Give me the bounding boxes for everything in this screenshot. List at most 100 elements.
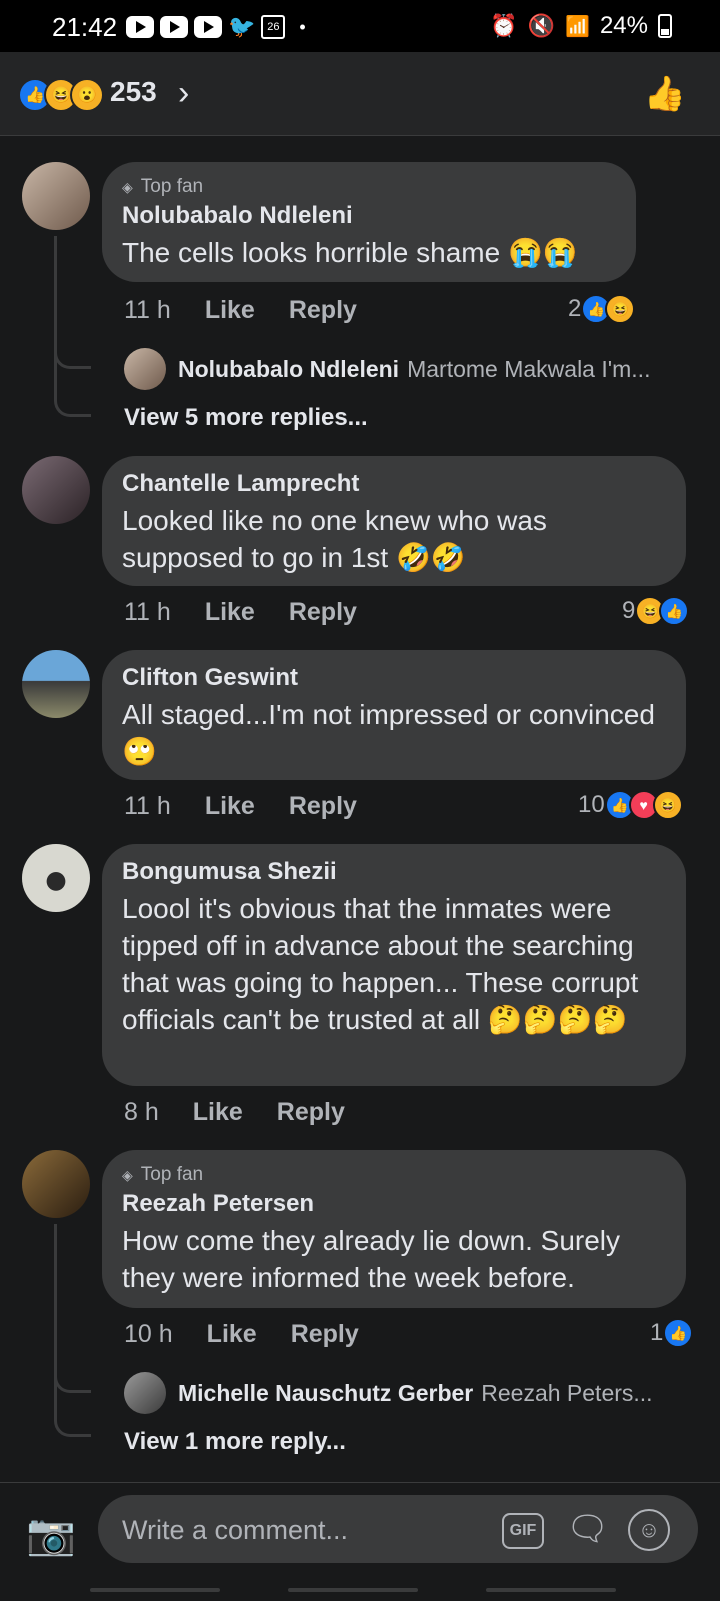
avatar[interactable] bbox=[22, 162, 90, 230]
comment-actions: 11 h Like Reply bbox=[124, 598, 357, 627]
nav-bar-segment bbox=[486, 1588, 616, 1592]
comment-bubble[interactable]: ◈ Top fan Reezah Petersen How come they a… bbox=[102, 1150, 686, 1308]
sticker-icon[interactable]: 🗨 bbox=[566, 1509, 609, 1549]
reply-button[interactable]: Reply bbox=[289, 598, 357, 627]
comment-author[interactable]: Clifton Geswint bbox=[122, 664, 666, 692]
notification-icons: 🐦 26 • bbox=[126, 14, 306, 40]
comment-reactions[interactable]: 9 😆 👍 bbox=[622, 596, 690, 626]
thread-line bbox=[54, 1224, 91, 1437]
reaction-count: 2 bbox=[568, 295, 582, 322]
comment-actions: 11 h Like Reply bbox=[124, 792, 357, 821]
avatar[interactable] bbox=[124, 348, 166, 390]
comment-actions: 11 h Like Reply bbox=[124, 296, 357, 325]
comment-reactions[interactable]: 1 👍 bbox=[650, 1318, 694, 1348]
comment-reactions[interactable]: 2 👍 😆 bbox=[568, 294, 636, 324]
youtube-icon bbox=[160, 16, 188, 38]
diamond-icon: ◈ bbox=[122, 1167, 133, 1183]
nav-bar-segment bbox=[288, 1588, 418, 1592]
comment-text: How come they already lie down. Surely t… bbox=[122, 1225, 621, 1293]
comment-input[interactable] bbox=[120, 1511, 484, 1549]
youtube-icon bbox=[194, 16, 222, 38]
reply-author[interactable]: Michelle Nauschutz Gerber bbox=[178, 1380, 473, 1407]
reaction-icons: 👍 😆 😮 bbox=[18, 78, 104, 112]
like-icon: 👍 bbox=[659, 596, 690, 626]
status-time: 21:42 bbox=[52, 12, 118, 42]
comment-text: Loool it's obvious that the inmates were… bbox=[122, 893, 639, 1035]
comment-bubble[interactable]: Clifton Geswint All staged...I'm not imp… bbox=[102, 650, 686, 780]
camera-icon[interactable]: 📷 bbox=[26, 1511, 76, 1558]
youtube-icon bbox=[126, 16, 154, 38]
comment-author[interactable]: Reezah Petersen bbox=[122, 1190, 666, 1218]
reply-preview[interactable]: Michelle Nauschutz Gerber Reezah Peters.… bbox=[124, 1372, 653, 1414]
wow-icon: 😮 bbox=[70, 78, 104, 112]
like-button[interactable]: Like bbox=[207, 1320, 257, 1349]
wifi-icon: 📶 bbox=[565, 15, 590, 38]
twitter-icon: 🐦 bbox=[228, 14, 256, 39]
reaction-count: 9 bbox=[622, 597, 636, 624]
comment-author[interactable]: Chantelle Lamprecht bbox=[122, 470, 666, 498]
comment-text: Looked like no one knew who was supposed… bbox=[122, 505, 547, 573]
battery-icon bbox=[658, 14, 672, 38]
reaction-count: 10 bbox=[578, 791, 605, 818]
diamond-icon: ◈ bbox=[122, 179, 133, 195]
comment-time[interactable]: 8 h bbox=[124, 1098, 159, 1127]
comment-time[interactable]: 10 h bbox=[124, 1320, 173, 1349]
reply-button[interactable]: Reply bbox=[277, 1098, 345, 1127]
dot-icon: • bbox=[299, 16, 306, 37]
battery-percent: 24% bbox=[599, 12, 648, 39]
emoji-icon[interactable]: ☺ bbox=[628, 1509, 670, 1551]
reply-button[interactable]: Reply bbox=[289, 792, 357, 821]
status-bar: 21:42 🐦 26 • ⏰ 🔇 📶 24% bbox=[0, 0, 720, 52]
view-more-replies-link[interactable]: View 5 more replies... bbox=[124, 404, 368, 432]
comment-bubble[interactable]: Bongumusa Shezii Loool it's obvious that… bbox=[102, 844, 686, 1086]
comment-input-pill[interactable]: GIF 🗨 ☺ bbox=[98, 1495, 698, 1563]
thread-line bbox=[54, 236, 91, 417]
alarm-icon: ⏰ bbox=[490, 13, 518, 38]
comment-bubble[interactable]: Chantelle Lamprecht Looked like no one k… bbox=[102, 456, 686, 586]
reply-text: Martome Makwala I'm... bbox=[407, 355, 651, 382]
nav-bar-segment bbox=[90, 1588, 220, 1592]
system-icons: ⏰ 🔇 📶 24% bbox=[490, 12, 672, 40]
mute-icon: 🔇 bbox=[527, 13, 556, 38]
gif-button[interactable]: GIF bbox=[502, 1513, 544, 1549]
reply-author[interactable]: Nolubabalo Ndleleni bbox=[178, 356, 399, 383]
avatar[interactable] bbox=[22, 650, 90, 718]
comment-time[interactable]: 11 h bbox=[124, 296, 171, 325]
comment-actions: 8 h Like Reply bbox=[124, 1098, 345, 1127]
like-icon: 👍 bbox=[663, 1318, 694, 1348]
like-button[interactable]: Like bbox=[205, 598, 255, 627]
view-more-replies-link[interactable]: View 1 more reply... bbox=[124, 1428, 346, 1456]
system-nav-bar bbox=[0, 1582, 720, 1600]
haha-icon: 😆 bbox=[652, 790, 683, 820]
comment-text: The cells looks horrible shame 😭😭 bbox=[122, 237, 578, 268]
avatar[interactable] bbox=[22, 456, 90, 524]
reaction-count: 1 bbox=[650, 1319, 664, 1346]
comment-actions: 10 h Like Reply bbox=[124, 1320, 359, 1349]
reply-preview[interactable]: Nolubabalo Ndleleni Martome Makwala I'm.… bbox=[124, 348, 650, 390]
calendar-icon: 26 bbox=[261, 15, 286, 39]
like-post-button[interactable]: 👍 bbox=[644, 74, 686, 114]
haha-icon: 😆 bbox=[605, 294, 636, 324]
top-fan-badge: ◈ Top fan bbox=[122, 176, 204, 197]
like-button[interactable]: Like bbox=[205, 792, 255, 821]
reaction-count[interactable]: 253 bbox=[110, 76, 157, 108]
comment-author[interactable]: Bongumusa Shezii bbox=[122, 858, 666, 886]
comment-author[interactable]: Nolubabalo Ndleleni bbox=[122, 202, 616, 230]
comment-time[interactable]: 11 h bbox=[124, 792, 171, 821]
avatar[interactable] bbox=[22, 1150, 90, 1218]
comment-text: All staged...I'm not impressed or convin… bbox=[122, 699, 655, 767]
like-button[interactable]: Like bbox=[193, 1098, 243, 1127]
reactions-header[interactable]: 👍 😆 😮 253 › 👍 bbox=[0, 52, 720, 136]
avatar[interactable] bbox=[22, 844, 90, 912]
reply-button[interactable]: Reply bbox=[289, 296, 357, 325]
reply-text: Reezah Peters... bbox=[481, 1379, 653, 1406]
like-button[interactable]: Like bbox=[205, 296, 255, 325]
comment-time[interactable]: 11 h bbox=[124, 598, 171, 627]
chevron-right-icon[interactable]: › bbox=[178, 74, 189, 113]
comment-bubble[interactable]: ◈ Top fan Nolubabalo Ndleleni The cells l… bbox=[102, 162, 636, 282]
avatar[interactable] bbox=[124, 1372, 166, 1414]
top-fan-badge: ◈ Top fan bbox=[122, 1164, 204, 1185]
comment-reactions[interactable]: 10 👍 ♥ 😆 bbox=[578, 790, 683, 820]
reply-button[interactable]: Reply bbox=[291, 1320, 359, 1349]
comments-list[interactable]: ◈ Top fan Nolubabalo Ndleleni The cells l… bbox=[0, 136, 720, 1482]
